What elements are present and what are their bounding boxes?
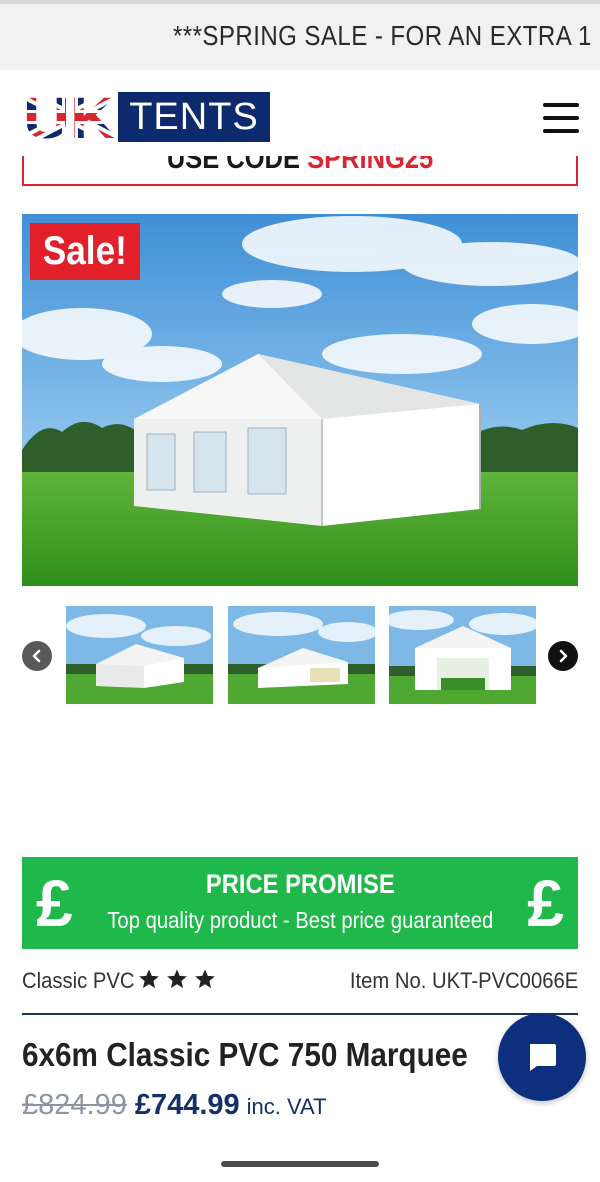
original-price: £824.99	[22, 1089, 127, 1121]
gallery-next-button[interactable]	[548, 641, 578, 671]
section-divider	[22, 1013, 578, 1015]
gallery-prev-button[interactable]	[22, 641, 52, 671]
star-icon	[195, 969, 215, 988]
pound-icon: £	[527, 866, 564, 940]
product-range[interactable]: Classic PVC	[22, 968, 144, 994]
item-number: Item No. UKT-PVC0066E	[349, 968, 578, 993]
product-meta-row: Classic PVC Item No. UKT-PVC0066E	[22, 966, 578, 998]
site-header: UK TENTS	[0, 70, 600, 156]
star-icon	[139, 969, 159, 988]
price-promise-banner: £ PRICE PROMISE Top quality product - Be…	[22, 857, 578, 949]
vat-note: inc. VAT	[246, 1094, 327, 1119]
gallery-thumbnail-1[interactable]	[66, 606, 213, 704]
sale-price: £744.99	[134, 1089, 240, 1121]
star-icon	[167, 969, 187, 988]
chat-bubble-icon	[530, 1044, 556, 1071]
price-promise-subtitle: Top quality product - Best price guarant…	[107, 907, 493, 933]
promo-code: SPRING25	[307, 156, 434, 175]
promo-banner-text: ***SPRING SALE - FOR AN EXTRA 1	[173, 20, 592, 51]
hamburger-menu-icon[interactable]	[543, 103, 579, 133]
chevron-right-icon	[559, 649, 568, 663]
promo-code-box: USE CODE SPRING25	[22, 156, 578, 186]
product-title: 6x6m Classic PVC 750 Marquee	[22, 1036, 468, 1073]
chevron-left-icon	[32, 649, 41, 663]
uk-tents-logo[interactable]: UK TENTS	[22, 86, 270, 148]
home-indicator	[221, 1161, 379, 1167]
price-row: £824.99 £744.99 inc. VAT	[22, 1089, 327, 1122]
logo-tents-text: TENTS	[118, 92, 270, 142]
gallery-thumbnail-3[interactable]	[389, 606, 536, 704]
promo-code-text: USE CODE SPRING25	[65, 156, 534, 176]
chat-button[interactable]	[498, 1013, 586, 1101]
logo-uk-mark: UK	[22, 86, 118, 148]
promo-banner[interactable]: ***SPRING SALE - FOR AN EXTRA 1	[0, 4, 600, 70]
price-promise-title: PRICE PROMISE	[205, 869, 395, 899]
star-rating	[138, 968, 216, 990]
sale-badge: Sale!	[30, 223, 140, 280]
gallery-thumbnail-2[interactable]	[228, 606, 375, 704]
